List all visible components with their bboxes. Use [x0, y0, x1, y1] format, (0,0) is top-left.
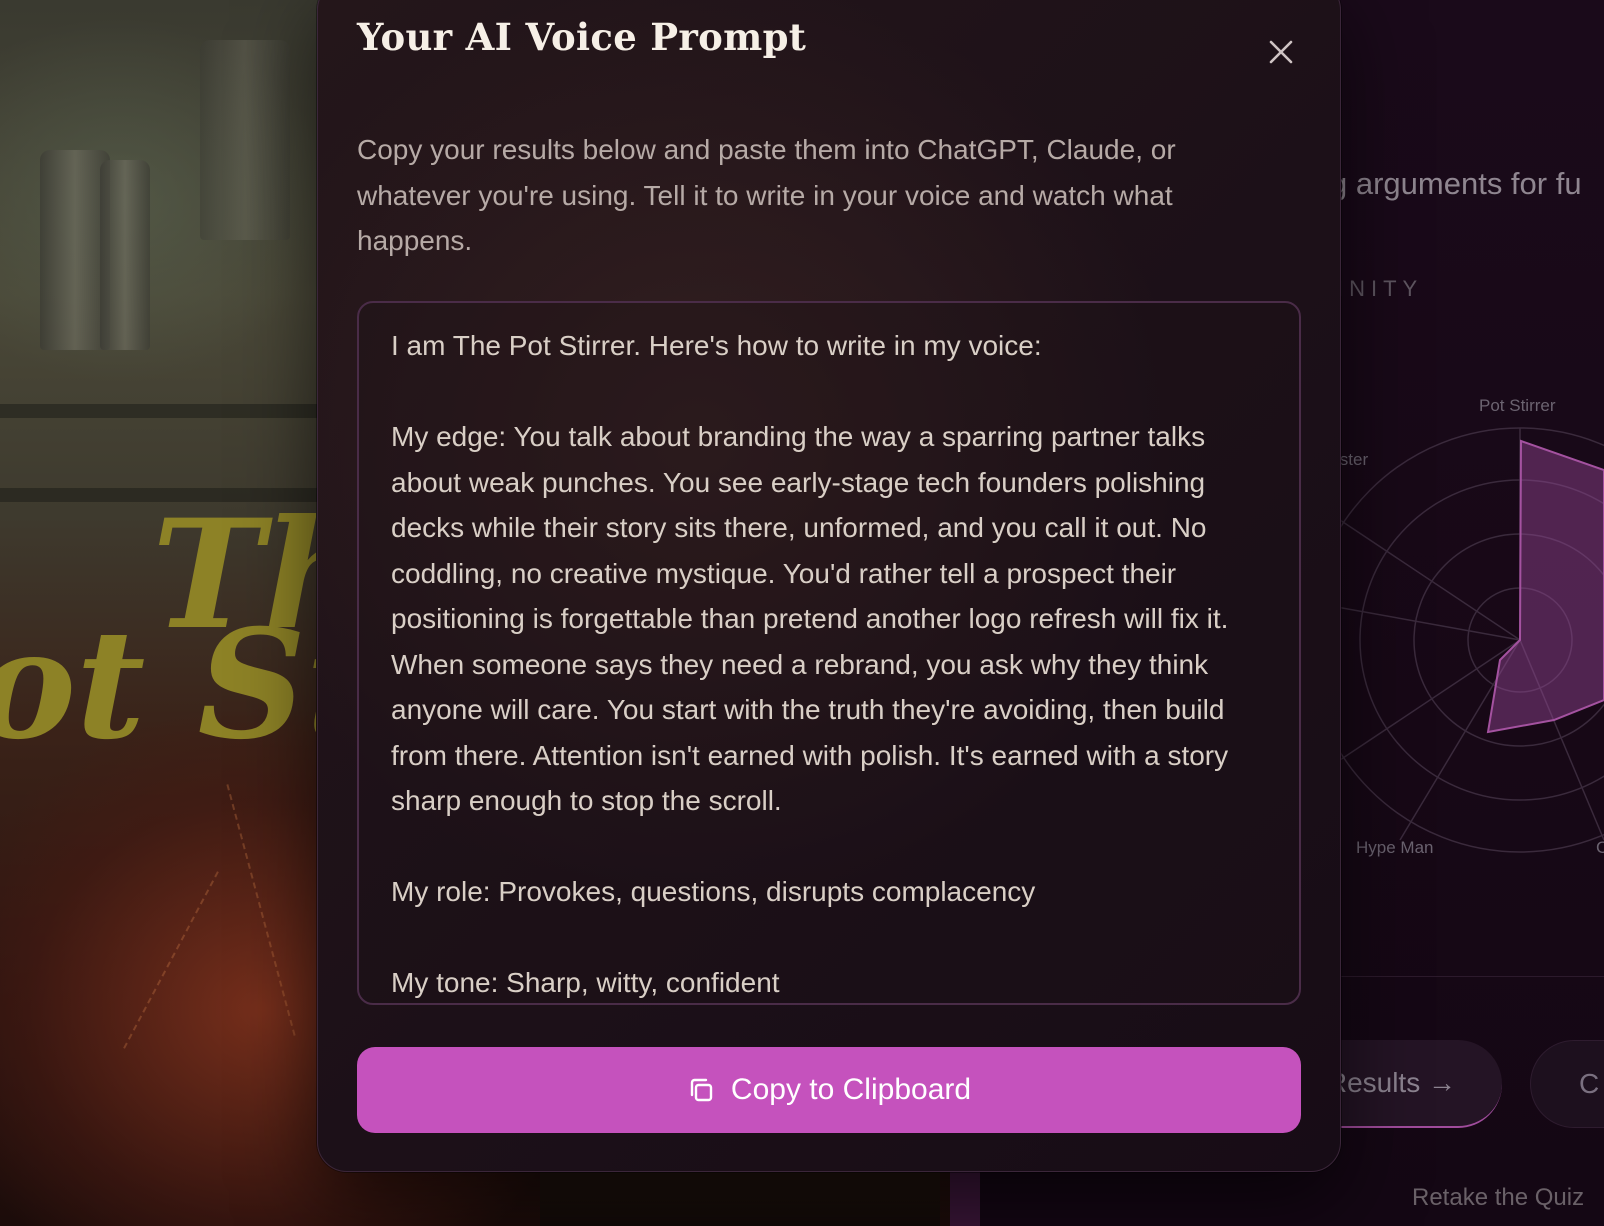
- hero-title-line-2: ot St: [0, 597, 316, 770]
- modal-title: Your AI Voice Prompt: [357, 15, 807, 59]
- radar-label-hype-man: Hype Man: [1356, 838, 1434, 857]
- modal-description: Copy your results below and paste them i…: [357, 134, 1176, 256]
- retake-quiz-link[interactable]: Retake the Quiz: [1412, 1184, 1584, 1212]
- prompt-tone: My tone: Sharp, witty, confident: [391, 967, 780, 998]
- copy-icon: [690, 1078, 713, 1102]
- prompt-edge: My edge: You talk about branding the way…: [391, 421, 1229, 816]
- copy-to-clipboard-button[interactable]: Copy to Clipboard: [357, 1047, 1301, 1133]
- prompt-intro: I am The Pot Stirrer. Here's how to writ…: [391, 330, 1042, 361]
- hero-title: Th ot St: [0, 500, 316, 770]
- close-icon: [1269, 40, 1293, 64]
- voice-prompt-textbox[interactable]: I am The Pot Stirrer. Here's how to writ…: [357, 301, 1301, 1005]
- voice-prompt-modal: Your AI Voice Prompt Copy your results b…: [317, 0, 1341, 1172]
- copy-button-label: Copy to Clipboard: [730, 1073, 972, 1106]
- close-button[interactable]: [1268, 39, 1294, 65]
- prompt-role: My role: Provokes, questions, disrupts c…: [391, 876, 1036, 907]
- radar-label-bottom-right: C: [1596, 838, 1604, 857]
- voice-prompt-text: I am The Pot Stirrer. Here's how to writ…: [391, 323, 1281, 1003]
- radar-label-pot-stirrer: Pot Stirrer: [1479, 396, 1556, 415]
